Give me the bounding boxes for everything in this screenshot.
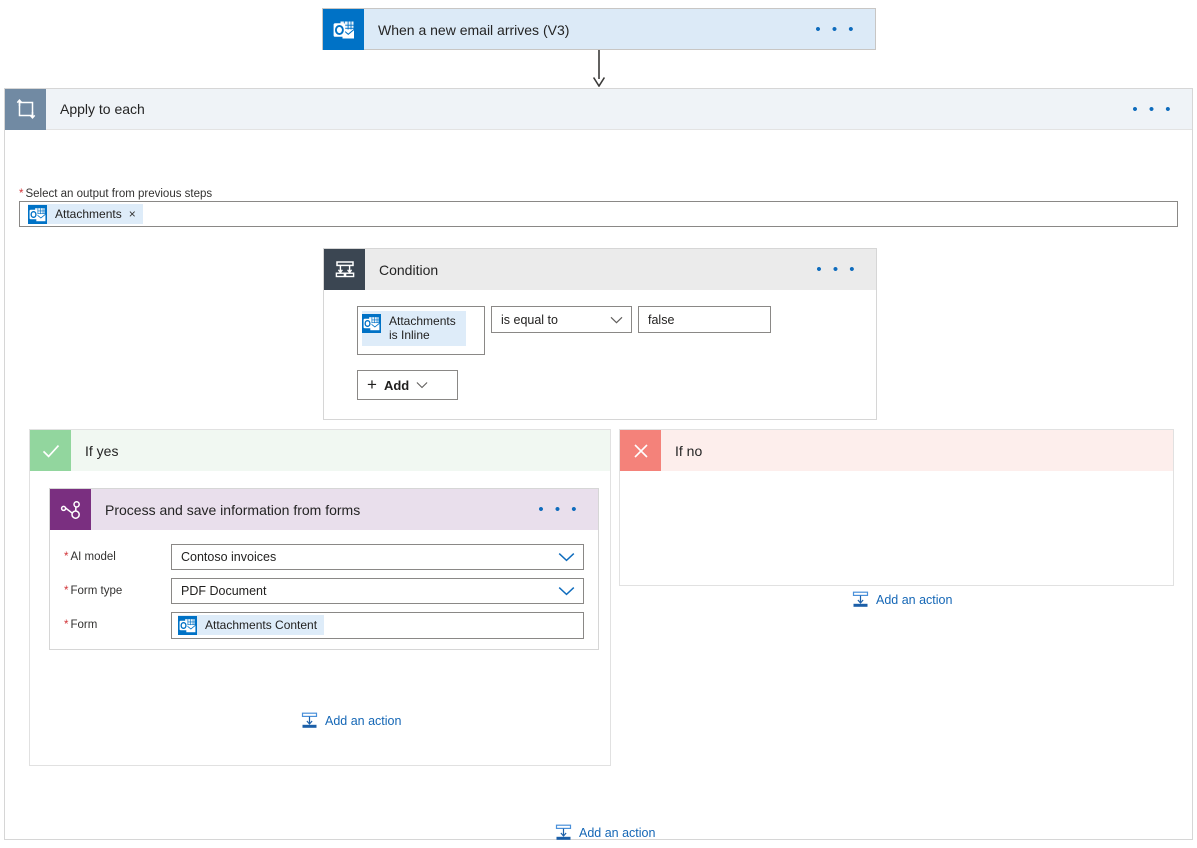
ai-builder-icon <box>50 489 91 530</box>
condition-operator-select[interactable]: is equal to <box>491 306 632 333</box>
action-card-menu-button[interactable]: • • • <box>528 502 598 517</box>
action-card-body: *AI model Contoso invoices <box>50 530 598 642</box>
token-attachments-is-inline[interactable]: Attachmentsis Inline <box>362 311 466 346</box>
flow-designer-canvas: When a new email arrives (V3) • • • Appl… <box>0 0 1197 848</box>
form-type-value: PDF Document <box>181 584 266 598</box>
field-label: *AI model <box>50 551 171 563</box>
required-asterisk: * <box>64 585 68 597</box>
loop-input-label-text: Select an output from previous steps <box>25 188 212 200</box>
chevron-down-icon <box>610 316 623 324</box>
form-type-dropdown[interactable]: PDF Document <box>171 578 584 604</box>
loop-output-input[interactable]: Attachments × <box>19 201 1178 227</box>
apply-to-each-title: Apply to each <box>46 101 1122 117</box>
insert-action-icon <box>852 591 869 608</box>
add-action-label: Add an action <box>325 714 401 728</box>
required-asterisk: * <box>64 619 68 631</box>
required-asterisk: * <box>64 551 68 563</box>
loop-input-label: *Select an output from previous steps <box>19 188 212 200</box>
apply-to-each-container[interactable]: Apply to each • • • *Select an output fr… <box>4 88 1193 840</box>
add-button-label: Add <box>384 378 409 393</box>
token-label: Attachments <box>47 207 129 221</box>
condition-operator-value: is equal to <box>501 313 558 327</box>
branch-if-yes-header[interactable]: If yes <box>30 430 610 471</box>
trigger-title: When a new email arrives (V3) <box>364 22 805 38</box>
token-attachments[interactable]: Attachments × <box>28 204 143 224</box>
token-label: Attachmentsis Inline <box>381 311 466 346</box>
outlook-icon <box>362 314 381 333</box>
outlook-icon <box>323 9 364 50</box>
condition-card[interactable]: Condition • • • <box>323 248 877 420</box>
insert-action-icon <box>555 824 572 841</box>
apply-to-each-body: *Select an output from previous steps <box>5 130 1192 839</box>
apply-to-each-menu-button[interactable]: • • • <box>1122 102 1192 117</box>
field-label: *Form <box>50 619 171 631</box>
add-condition-button[interactable]: + Add <box>357 370 458 400</box>
add-action-if-no[interactable]: Add an action <box>852 591 952 608</box>
field-row-form-type: *Form type PDF Document <box>50 574 598 608</box>
condition-title: Condition <box>365 262 806 278</box>
trigger-card-header[interactable]: When a new email arrives (V3) • • • <box>323 9 875 50</box>
condition-icon <box>324 249 365 290</box>
token-label: Attachments Content <box>197 618 324 632</box>
field-label-text: AI model <box>70 551 115 563</box>
add-action-loop-root[interactable]: Add an action <box>555 824 655 841</box>
action-card-header[interactable]: Process and save information from forms … <box>50 489 598 530</box>
required-asterisk: * <box>19 188 23 200</box>
field-row-ai-model: *AI model Contoso invoices <box>50 540 598 574</box>
condition-menu-button[interactable]: • • • <box>806 262 876 277</box>
connector-arrow <box>592 50 606 87</box>
chevron-down-icon <box>558 586 575 596</box>
branch-if-no-header[interactable]: If no <box>620 430 1173 471</box>
action-card-process-forms[interactable]: Process and save information from forms … <box>49 488 599 650</box>
token-line-2: is Inline <box>389 328 430 342</box>
condition-header[interactable]: Condition • • • <box>324 249 876 290</box>
condition-operand-field[interactable]: Attachmentsis Inline <box>357 306 485 355</box>
branch-if-yes-title: If yes <box>71 443 610 459</box>
token-attachments-content[interactable]: Attachments Content <box>178 615 324 635</box>
add-action-label: Add an action <box>579 826 655 840</box>
token-line-1: Attachments <box>389 314 456 328</box>
apply-to-each-header[interactable]: Apply to each • • • <box>5 89 1192 130</box>
field-label: *Form type <box>50 585 171 597</box>
plus-icon: + <box>367 375 377 395</box>
form-input[interactable]: Attachments Content <box>171 612 584 639</box>
add-action-if-yes[interactable]: Add an action <box>301 712 401 729</box>
close-icon <box>620 430 661 471</box>
action-card-title: Process and save information from forms <box>91 502 528 518</box>
outlook-icon <box>178 616 197 635</box>
ai-model-dropdown[interactable]: Contoso invoices <box>171 544 584 570</box>
add-action-label: Add an action <box>876 593 952 607</box>
insert-action-icon <box>301 712 318 729</box>
field-label-text: Form <box>70 619 97 631</box>
condition-body: Attachmentsis Inline is equal to <box>324 290 876 400</box>
chevron-down-icon <box>558 552 575 562</box>
branch-if-yes[interactable]: If yes P <box>29 429 611 766</box>
chevron-down-icon <box>416 381 428 389</box>
field-label-text: Form type <box>70 585 122 597</box>
trigger-card-new-email[interactable]: When a new email arrives (V3) • • • <box>322 8 876 50</box>
close-icon[interactable]: × <box>129 207 143 221</box>
trigger-menu-button[interactable]: • • • <box>805 22 875 37</box>
checkmark-icon <box>30 430 71 471</box>
branch-if-no[interactable]: If no Add an action <box>619 429 1174 586</box>
condition-row: Attachmentsis Inline is equal to <box>357 306 876 355</box>
condition-value-input[interactable]: false <box>638 306 771 333</box>
ai-model-value: Contoso invoices <box>181 550 276 564</box>
loop-icon <box>5 89 46 130</box>
field-row-form: *Form <box>50 608 598 642</box>
condition-value-text: false <box>648 313 674 327</box>
branch-if-no-title: If no <box>661 443 1173 459</box>
outlook-icon <box>28 205 47 224</box>
